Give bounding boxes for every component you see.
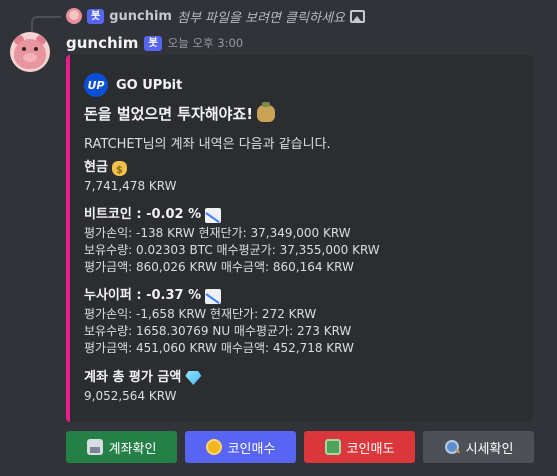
field-nucypher: 누사이퍼 : -0.37 % 평가손익: -1,658 KRW 현재단가: 27… — [84, 286, 354, 357]
reply-text[interactable]: 첨부 파일을 보려면 클릭하세요 — [177, 7, 345, 26]
reply-connector — [31, 16, 61, 32]
embed-card: UP GO UPbit 돈을 벌었으면 투자해야죠! RATCHET님의 계좌 … — [66, 55, 533, 422]
bot-tag: 봇 — [144, 35, 162, 51]
magnifier-icon — [444, 439, 460, 455]
avatar-snout — [23, 53, 37, 62]
field-cash-name: 현금 — [84, 160, 108, 175]
field-nucypher-line2: 보유수량: 1658.30769 NU 매수평균가: 273 KRW — [84, 324, 352, 338]
field-nucypher-line1: 평가손익: -1,658 KRW 현재단가: 272 KRW — [84, 307, 317, 321]
reply-avatar[interactable] — [66, 8, 82, 24]
embed-description: RATCHET님의 계좌 내역은 다음과 같습니다. — [84, 137, 331, 152]
field-cash-value: 7,741,478 KRW — [84, 179, 177, 193]
reply-preview[interactable]: 봇 gunchim 첨부 파일을 보려면 클릭하세요 — [66, 6, 365, 26]
field-bitcoin: 비트코인 : -0.02 % 평가손익: -138 KRW 현재단가: 37,3… — [84, 205, 380, 276]
embed-title-text: 돈을 벌었으면 투자해야죠! — [84, 105, 254, 123]
chart-decreasing-icon — [205, 207, 222, 223]
field-bitcoin-line2: 보유수량: 0.02303 BTC 매수평균가: 37,355,000 KRW — [84, 243, 380, 257]
avatar-eye-right — [34, 47, 38, 51]
avatar-eye-left — [22, 47, 26, 51]
buy-coin-button[interactable]: 코인매수 — [185, 431, 296, 463]
field-total: 계좌 총 평가 금액 9,052,564 KRW — [84, 368, 202, 405]
printer-icon — [86, 439, 103, 455]
embed-author-name: GO UPbit — [116, 77, 183, 93]
action-buttons: 계좌확인 코인매수 코인매도 시세확인 — [66, 431, 534, 463]
gem-icon — [185, 371, 202, 385]
dollar-bill-icon — [324, 439, 341, 455]
reply-username[interactable]: gunchim — [109, 9, 172, 24]
account-check-button[interactable]: 계좌확인 — [66, 431, 177, 463]
chart-decreasing-icon — [205, 288, 222, 304]
field-cash: 현금 7,741,478 KRW — [84, 158, 176, 195]
coin-icon — [205, 439, 222, 455]
field-total-value: 9,052,564 KRW — [84, 389, 177, 403]
reply-bot-tag: 봇 — [87, 8, 105, 24]
field-bitcoin-line3: 평가금액: 860,026 KRW 매수금액: 860,164 KRW — [84, 260, 354, 274]
sell-coin-button[interactable]: 코인매도 — [304, 431, 415, 463]
field-bitcoin-line1: 평가손익: -138 KRW 현재단가: 37,349,000 KRW — [84, 226, 351, 240]
field-total-name: 계좌 총 평가 금액 — [84, 370, 182, 385]
field-nucypher-name: 누사이퍼 : -0.37 % — [84, 288, 202, 303]
embed-title: 돈을 벌었으면 투자해야죠! — [84, 102, 276, 124]
avatar[interactable] — [10, 32, 50, 72]
check-price-button[interactable]: 시세확인 — [423, 431, 534, 463]
embed-author: UP GO UPbit — [84, 73, 182, 97]
money-bag-emoji-icon — [257, 102, 276, 122]
timestamp[interactable]: 오늘 오후 3:00 — [168, 35, 243, 51]
username[interactable]: gunchim — [66, 34, 138, 52]
field-nucypher-line3: 평가금액: 451,060 KRW 매수금액: 452,718 KRW — [84, 341, 354, 355]
message-header: gunchim 봇 오늘 오후 3:00 — [66, 33, 243, 53]
upbit-logo: UP — [84, 73, 108, 97]
moneybag-icon — [111, 160, 127, 181]
image-icon[interactable] — [349, 9, 365, 23]
field-bitcoin-name: 비트코인 : -0.02 % — [84, 207, 202, 222]
